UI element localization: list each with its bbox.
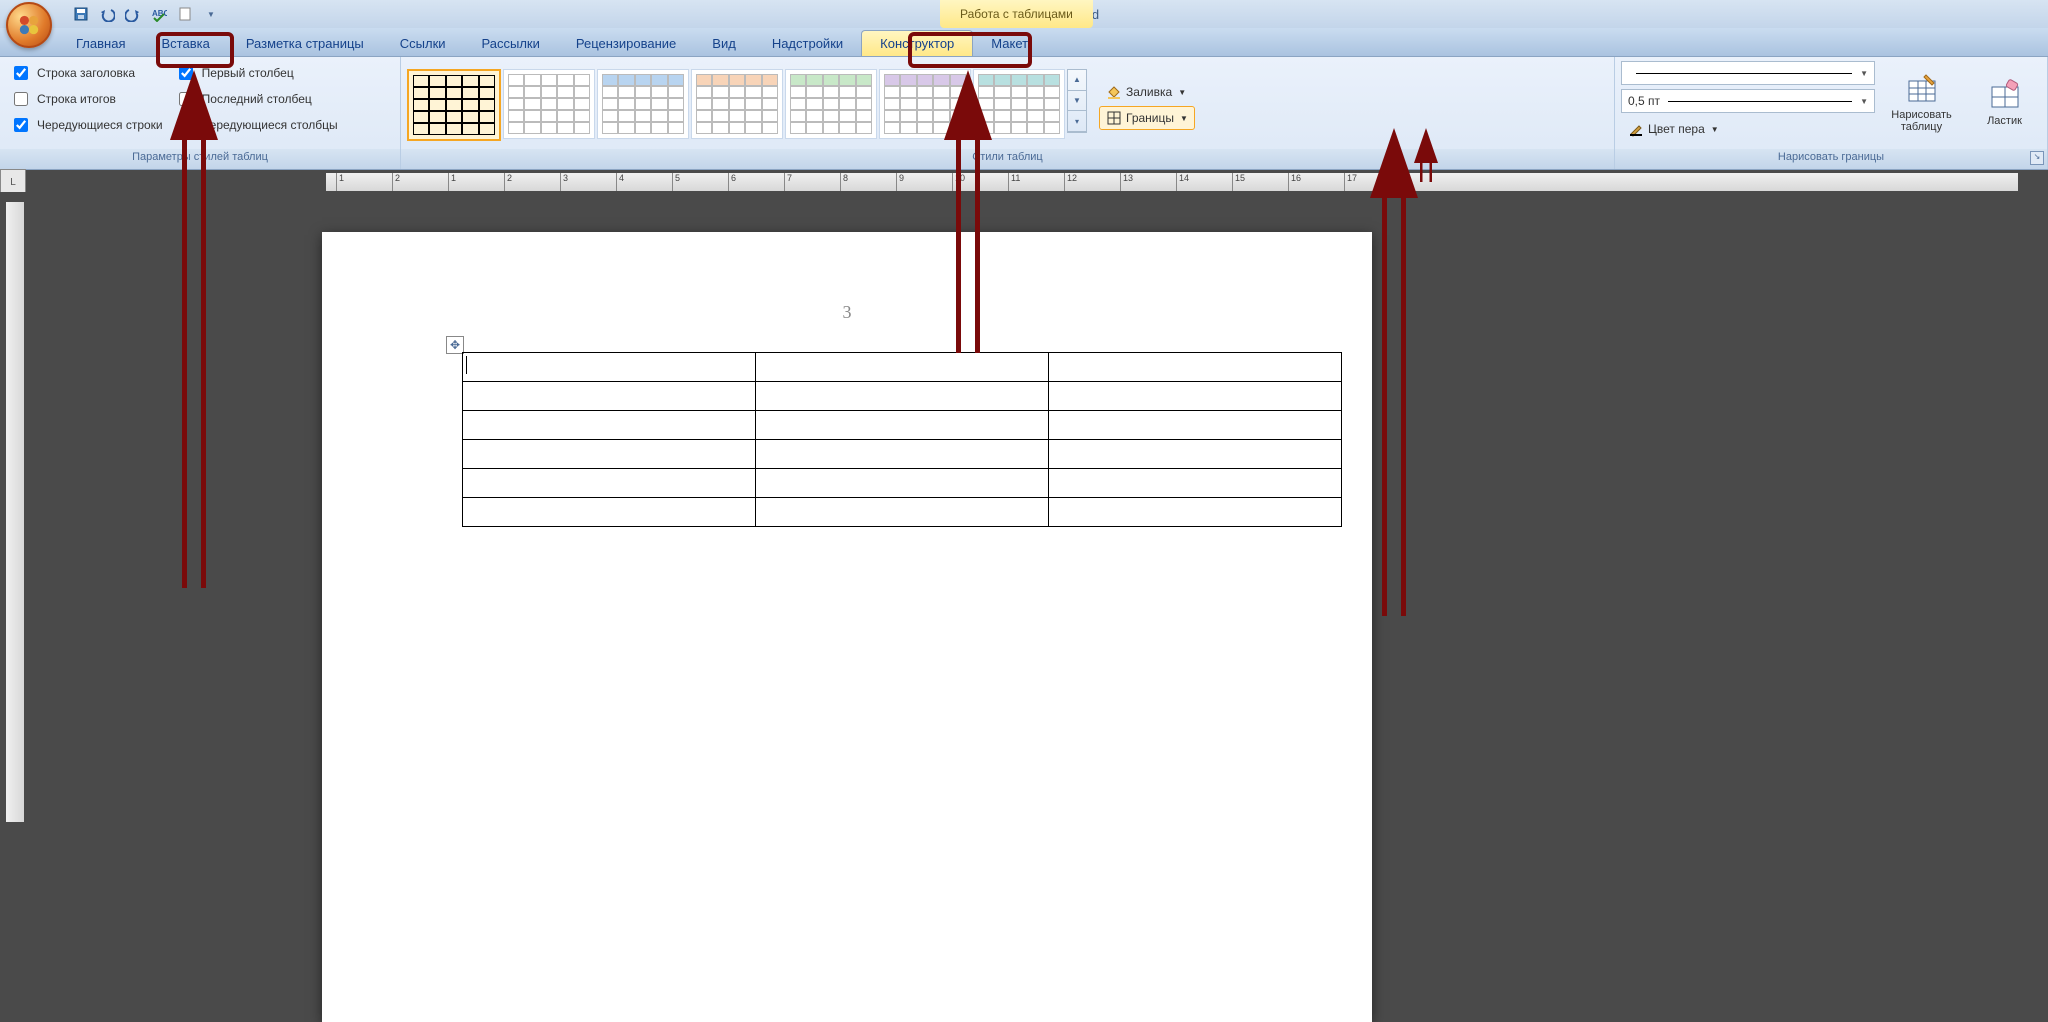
table-style-item[interactable]	[973, 69, 1065, 139]
new-doc-button[interactable]	[174, 3, 196, 25]
title-bar: ABC ▼ док.docx - Microsoft Word Работа с…	[0, 0, 2048, 28]
table-style-gallery[interactable]: ▲▼▾	[407, 69, 1087, 141]
pen-weight-select[interactable]: 0,5 пт▼	[1621, 89, 1875, 113]
group-label-draw: Нарисовать границы↘	[1615, 149, 2047, 169]
tab-insert[interactable]: Вставка	[143, 31, 227, 56]
office-button[interactable]	[6, 2, 52, 48]
ruler-area: L 121234567891011121314151617	[0, 170, 2048, 194]
redo-icon	[125, 6, 141, 22]
group-label-styles: Стили таблиц	[401, 149, 1614, 169]
ribbon-tabs: Главная Вставка Разметка страницы Ссылки…	[0, 28, 2048, 57]
dialog-launcher-icon[interactable]: ↘	[2030, 151, 2044, 165]
table-row[interactable]	[463, 440, 1342, 469]
draw-table-button[interactable]: Нарисовать таблицу	[1885, 61, 1958, 145]
shading-button[interactable]: Заливка▼	[1099, 80, 1195, 104]
table-style-item[interactable]	[691, 69, 783, 139]
pen-icon	[1628, 121, 1644, 137]
table-style-item[interactable]	[407, 69, 501, 141]
document-table[interactable]	[462, 352, 1342, 527]
undo-button[interactable]	[96, 3, 118, 25]
table-row[interactable]	[463, 469, 1342, 498]
vertical-ruler[interactable]	[6, 202, 24, 822]
tab-page-layout[interactable]: Разметка страницы	[228, 31, 382, 56]
group-table-style-options: Строка заголовка Строка итогов Чередующи…	[0, 57, 401, 169]
save-icon	[73, 6, 89, 22]
quick-access-toolbar: ABC ▼	[70, 3, 222, 25]
document-page[interactable]: 3 ✥	[322, 232, 1372, 1022]
chk-header-row[interactable]: Строка заголовка	[10, 63, 163, 83]
chevron-down-icon: ▼	[1178, 88, 1186, 97]
contextual-tab-title: Работа с таблицами	[940, 0, 1093, 28]
page-number: 3	[843, 302, 852, 323]
gallery-up-icon[interactable]: ▲	[1068, 70, 1086, 91]
document-area: 3 ✥	[0, 192, 2048, 839]
tab-home[interactable]: Главная	[58, 31, 143, 56]
borders-button[interactable]: Границы▼	[1099, 106, 1195, 130]
group-label-options: Параметры стилей таблиц	[0, 149, 400, 169]
tab-references[interactable]: Ссылки	[382, 31, 464, 56]
pen-color-button[interactable]: Цвет пера▼	[1621, 117, 1875, 141]
table-row[interactable]	[463, 411, 1342, 440]
tab-table-layout[interactable]: Макет	[973, 31, 1046, 56]
chevron-down-icon: ▼	[1860, 97, 1868, 106]
chevron-down-icon: ▼	[1711, 125, 1719, 134]
undo-icon	[99, 6, 115, 22]
chk-first-col[interactable]: Первый столбец	[175, 63, 338, 83]
borders-icon	[1106, 110, 1122, 126]
office-logo-icon	[18, 14, 40, 36]
chk-last-col[interactable]: Последний столбец	[175, 89, 338, 109]
table-style-item[interactable]	[597, 69, 689, 139]
text-cursor	[466, 356, 467, 374]
pen-style-select[interactable]: ▼	[1621, 61, 1875, 85]
table-style-item[interactable]	[503, 69, 595, 139]
spellcheck-icon: ABC	[151, 6, 167, 22]
table-style-item[interactable]	[879, 69, 971, 139]
chevron-down-icon: ▼	[1180, 114, 1188, 123]
group-table-styles: ▲▼▾ Заливка▼ Границы▼ Стили таблиц	[401, 57, 1615, 169]
save-button[interactable]	[70, 3, 92, 25]
table-style-item[interactable]	[785, 69, 877, 139]
table-row[interactable]	[463, 353, 1342, 382]
tab-review[interactable]: Рецензирование	[558, 31, 694, 56]
gallery-scroll[interactable]: ▲▼▾	[1067, 69, 1087, 133]
group-draw-borders: ▼ 0,5 пт▼ Цвет пера▼ Нарисовать таблицу …	[1615, 57, 2048, 169]
chk-total-row[interactable]: Строка итогов	[10, 89, 163, 109]
gallery-down-icon[interactable]: ▼	[1068, 91, 1086, 112]
ribbon: Строка заголовка Строка итогов Чередующи…	[0, 57, 2048, 170]
tab-view[interactable]: Вид	[694, 31, 754, 56]
tab-addins[interactable]: Надстройки	[754, 31, 861, 56]
table-row[interactable]	[463, 382, 1342, 411]
table-row[interactable]	[463, 498, 1342, 527]
chevron-down-icon: ▼	[1860, 69, 1868, 78]
chk-banded-rows[interactable]: Чередующиеся строки	[10, 115, 163, 135]
horizontal-ruler[interactable]: 121234567891011121314151617	[326, 173, 2018, 191]
new-doc-icon	[177, 6, 193, 22]
tab-mailings[interactable]: Рассылки	[464, 31, 558, 56]
spellcheck-button[interactable]: ABC	[148, 3, 170, 25]
paint-bucket-icon	[1106, 84, 1122, 100]
gallery-more-icon[interactable]: ▾	[1068, 111, 1086, 132]
eraser-button[interactable]: Ластик	[1968, 61, 2041, 145]
tab-table-design[interactable]: Конструктор	[861, 30, 973, 56]
draw-table-icon	[1906, 73, 1938, 105]
redo-button[interactable]	[122, 3, 144, 25]
chk-banded-cols[interactable]: Чередующиеся столбцы	[175, 115, 338, 135]
eraser-icon	[1989, 79, 2021, 111]
qat-customize-button[interactable]: ▼	[200, 3, 222, 25]
svg-text:ABC: ABC	[152, 9, 167, 18]
